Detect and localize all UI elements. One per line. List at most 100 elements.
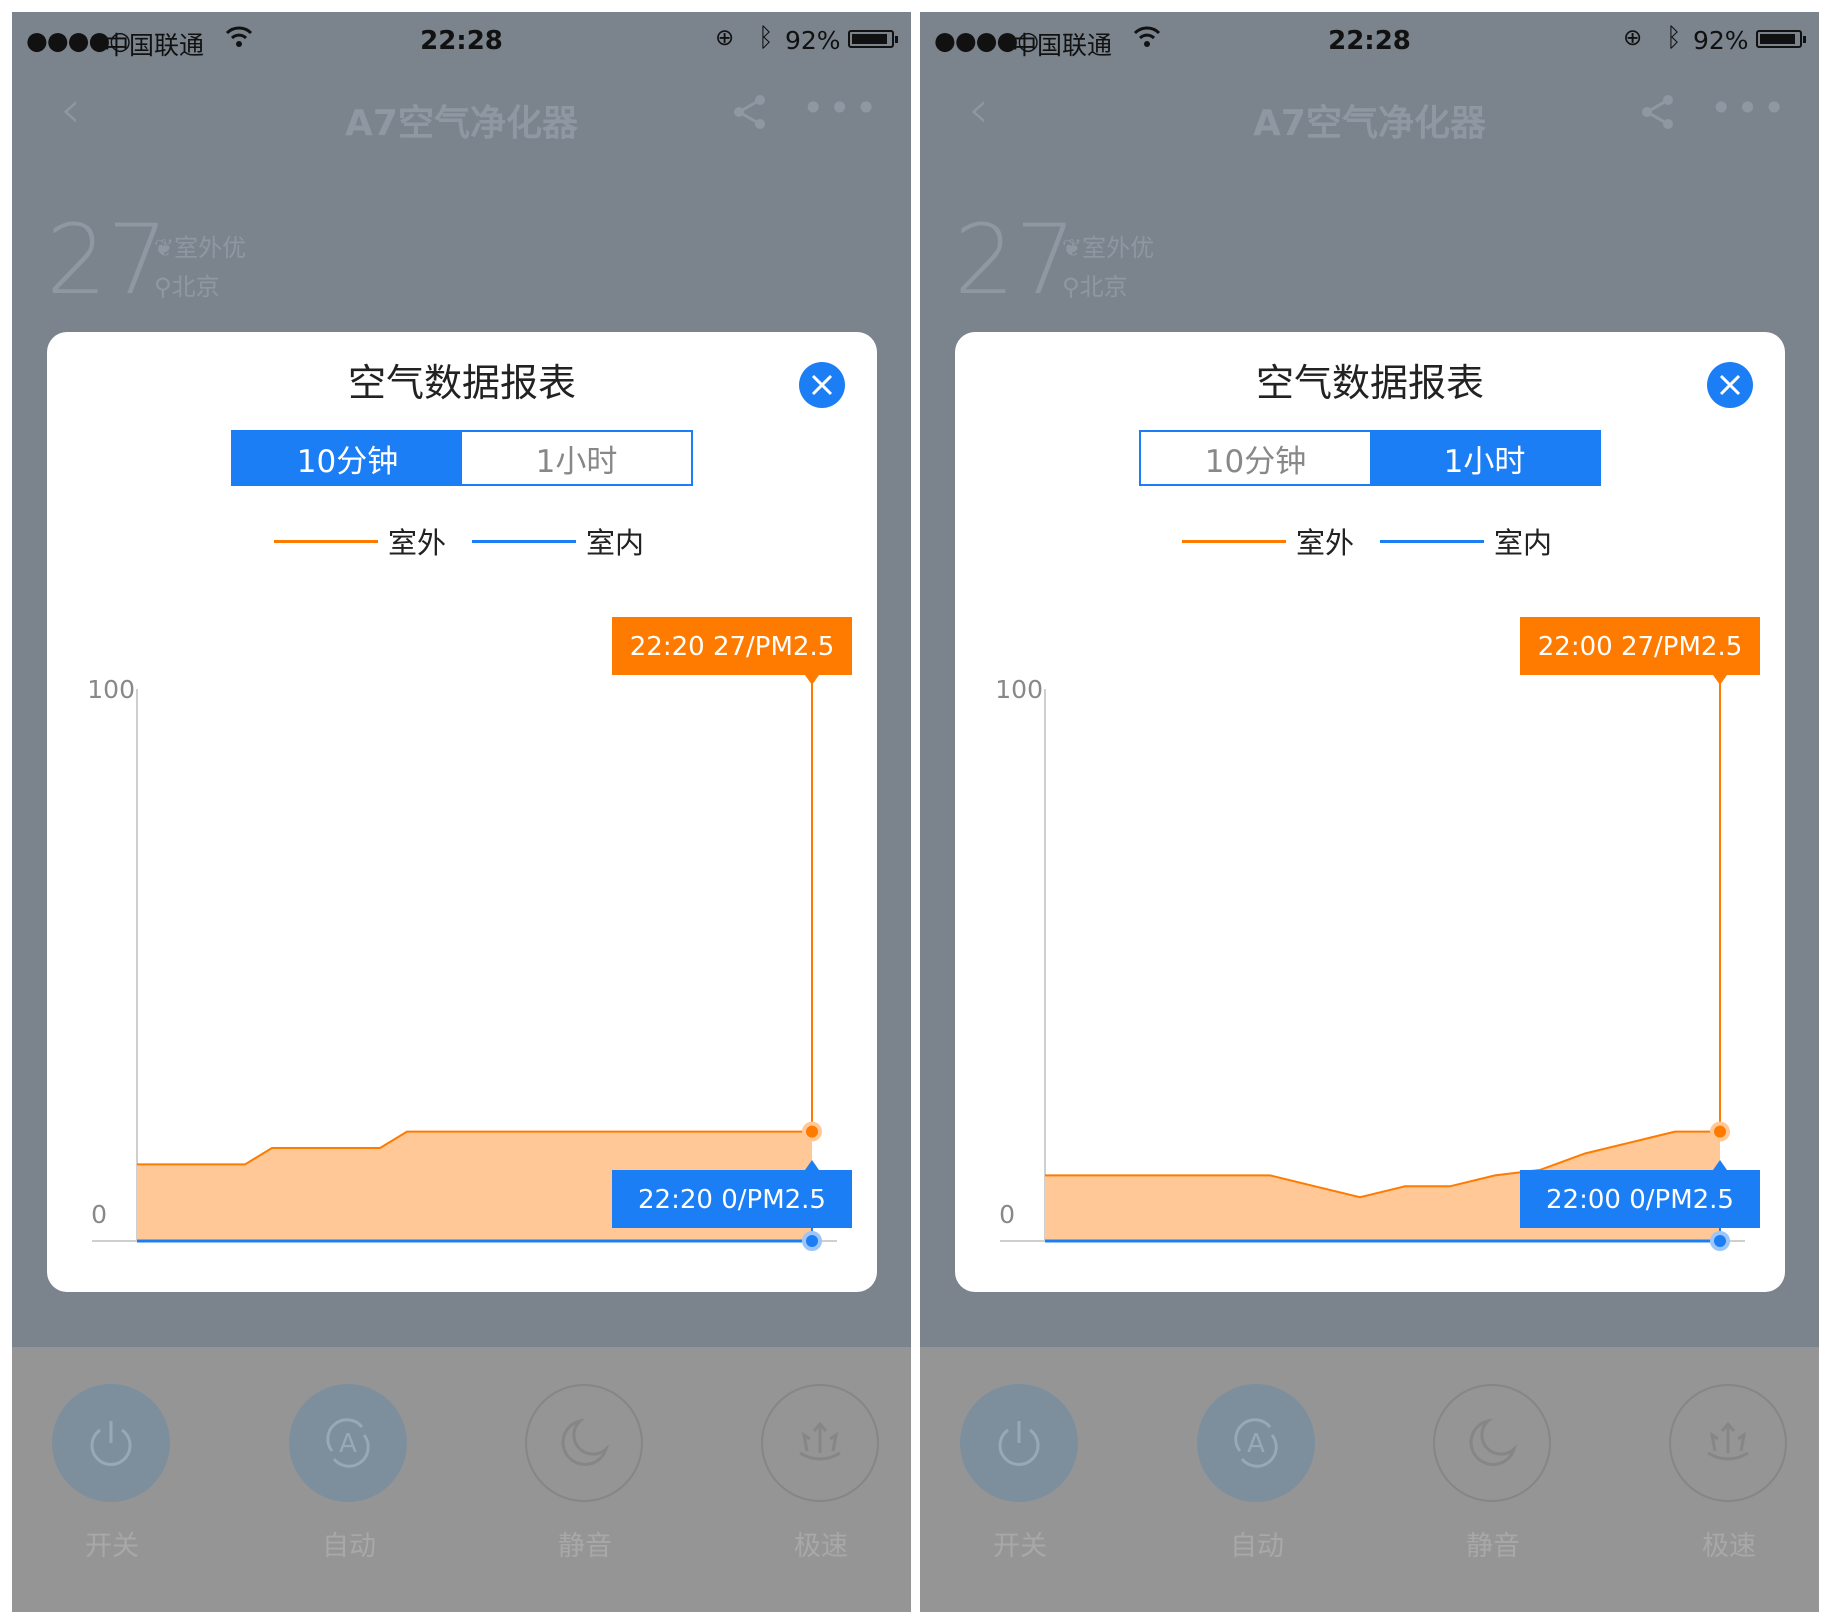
legend-label-outdoor: 室外 bbox=[388, 526, 447, 560]
mode-label: 开关 bbox=[993, 1531, 1047, 1562]
power-icon[interactable] bbox=[960, 1384, 1078, 1502]
svg-text:A: A bbox=[339, 1429, 357, 1459]
aqi-quality: ❦室外优 bbox=[154, 234, 247, 262]
mode-label: 极速 bbox=[1702, 1531, 1756, 1562]
orientation-lock-icon: ⊕ bbox=[1623, 25, 1643, 51]
y-tick-label: 0 bbox=[999, 1200, 1015, 1229]
share-icon[interactable] bbox=[1638, 92, 1678, 136]
turbo-icon[interactable] bbox=[1669, 1384, 1787, 1502]
turbo-icon[interactable] bbox=[761, 1384, 879, 1502]
chart-legend: 室外 室内 bbox=[47, 520, 877, 560]
chart-legend: 室外 室内 bbox=[955, 520, 1785, 560]
tab-10min[interactable]: 10分钟 bbox=[233, 432, 462, 484]
outdoor-tooltip-text: 22:00 27/PM2.5 bbox=[1538, 632, 1743, 662]
location-pin-icon: ⚲ bbox=[1062, 273, 1080, 301]
indoor-tooltip-text: 22:00 0/PM2.5 bbox=[1546, 1185, 1734, 1215]
phone-screen-10min: ●●●●○ 中国联通 22:28 ⊕ ᛒ 92% ‹ A7空气净化器 ••• 2… bbox=[12, 12, 911, 1612]
legend-label-indoor: 室内 bbox=[586, 526, 645, 560]
mode-power[interactable]: 开关 bbox=[52, 1384, 172, 1563]
mode-bar: 开关 A 自动 静音 极速 bbox=[12, 1347, 911, 1612]
mode-turbo[interactable]: 极速 bbox=[761, 1384, 881, 1563]
leaf-icon: ❦ bbox=[1062, 234, 1083, 262]
status-bar: ●●●●○ 中国联通 22:28 ⊕ ᛒ 92% bbox=[12, 12, 911, 70]
outdoor-tooltip-pointer bbox=[1713, 675, 1727, 685]
mode-turbo[interactable]: 极速 bbox=[1669, 1384, 1789, 1563]
mode-label: 自动 bbox=[322, 1531, 376, 1562]
y-tick-label: 0 bbox=[91, 1200, 107, 1229]
auto-mode-icon[interactable]: A bbox=[289, 1384, 407, 1502]
outdoor-tooltip-pointer bbox=[805, 675, 819, 685]
mode-silent[interactable]: 静音 bbox=[1433, 1384, 1553, 1563]
tab-1hour[interactable]: 1小时 bbox=[1370, 432, 1599, 484]
moon-icon[interactable] bbox=[525, 1384, 643, 1502]
svg-text:A: A bbox=[1247, 1429, 1265, 1459]
power-icon[interactable] bbox=[52, 1384, 170, 1502]
moon-icon[interactable] bbox=[1433, 1384, 1551, 1502]
status-time: 22:28 bbox=[1328, 26, 1411, 56]
aqi-value: 27 bbox=[954, 204, 1077, 316]
aqi-value: 27 bbox=[46, 204, 169, 316]
leaf-icon: ❦ bbox=[154, 234, 175, 262]
mode-label: 开关 bbox=[85, 1531, 139, 1562]
mode-label: 静音 bbox=[558, 1531, 612, 1562]
legend-swatch-indoor bbox=[1380, 540, 1484, 543]
dialog-title: 空气数据报表 bbox=[347, 361, 576, 405]
indoor-marker bbox=[802, 1231, 822, 1251]
nav-bar: ‹ A7空气净化器 ••• bbox=[12, 72, 911, 162]
tab-10min[interactable]: 10分钟 bbox=[1141, 432, 1370, 484]
outdoor-marker bbox=[802, 1121, 822, 1142]
legend-label-outdoor: 室外 bbox=[1296, 526, 1355, 560]
device-title: A7空气净化器 bbox=[345, 103, 578, 144]
tab-1hour[interactable]: 1小时 bbox=[462, 432, 691, 484]
more-icon[interactable]: ••• bbox=[802, 86, 881, 130]
device-title: A7空气净化器 bbox=[1253, 103, 1486, 144]
y-tick-label: 100 bbox=[87, 675, 135, 704]
mode-silent[interactable]: 静音 bbox=[525, 1384, 645, 1563]
mode-auto[interactable]: A 自动 bbox=[289, 1384, 409, 1563]
status-bar: ●●●●○ 中国联通 22:28 ⊕ ᛒ 92% bbox=[920, 12, 1819, 70]
orientation-lock-icon: ⊕ bbox=[715, 25, 735, 51]
battery-percent: 92% bbox=[785, 26, 841, 55]
aqi-city: ⚲北京 bbox=[1062, 273, 1128, 301]
indoor-marker bbox=[1710, 1231, 1730, 1251]
close-icon bbox=[811, 374, 833, 396]
aqi-quality: ❦室外优 bbox=[1062, 234, 1155, 262]
air-quality-chart: 100 0 22:00 27/PM2.5 22:00 0/PM2.5 bbox=[995, 617, 1760, 1251]
close-button[interactable] bbox=[1707, 362, 1753, 408]
interval-tabs: 10分钟 1小时 bbox=[1139, 430, 1601, 486]
auto-mode-icon[interactable]: A bbox=[1197, 1384, 1315, 1502]
bluetooth-icon: ᛒ bbox=[1666, 23, 1682, 53]
location-pin-icon: ⚲ bbox=[154, 273, 172, 301]
indoor-tooltip-text: 22:20 0/PM2.5 bbox=[638, 1185, 826, 1215]
mode-label: 极速 bbox=[794, 1531, 848, 1562]
mode-label: 静音 bbox=[1466, 1531, 1520, 1562]
nav-bar: ‹ A7空气净化器 ••• bbox=[920, 72, 1819, 162]
more-icon[interactable]: ••• bbox=[1710, 86, 1789, 130]
battery-icon bbox=[1756, 30, 1806, 48]
mode-bar: 开关 A 自动 静音 极速 bbox=[920, 1347, 1819, 1612]
share-icon[interactable] bbox=[730, 92, 770, 136]
mode-auto[interactable]: A 自动 bbox=[1197, 1384, 1317, 1563]
outdoor-tooltip-text: 22:20 27/PM2.5 bbox=[630, 632, 835, 662]
air-report-dialog: 空气数据报表 10分钟 1小时 室外 室内 100 0 22:00 27/PM2.5… bbox=[955, 332, 1785, 1292]
legend-swatch-indoor bbox=[472, 540, 576, 543]
mode-label: 自动 bbox=[1230, 1531, 1284, 1562]
aqi-city: ⚲北京 bbox=[154, 273, 220, 301]
status-time: 22:28 bbox=[420, 26, 503, 56]
air-quality-chart: 100 0 22:20 27/PM2.5 22:20 0/PM2.5 bbox=[87, 617, 852, 1251]
close-icon bbox=[1719, 374, 1741, 396]
dialog-title: 空气数据报表 bbox=[1255, 361, 1484, 405]
legend-swatch-outdoor bbox=[274, 540, 378, 543]
bluetooth-icon: ᛒ bbox=[758, 23, 774, 53]
legend-label-indoor: 室内 bbox=[1494, 526, 1553, 560]
mode-power[interactable]: 开关 bbox=[960, 1384, 1080, 1563]
air-report-dialog: 空气数据报表 10分钟 1小时 室外 室内 100 0 22:20 27/PM2.5… bbox=[47, 332, 877, 1292]
legend-swatch-outdoor bbox=[1182, 540, 1286, 543]
y-tick-label: 100 bbox=[995, 675, 1043, 704]
battery-icon bbox=[848, 30, 898, 48]
close-button[interactable] bbox=[799, 362, 845, 408]
interval-tabs: 10分钟 1小时 bbox=[231, 430, 693, 486]
outdoor-marker bbox=[1710, 1121, 1730, 1142]
phone-screen-1hour: ●●●●○ 中国联通 22:28 ⊕ ᛒ 92% ‹ A7空气净化器 ••• 2… bbox=[920, 12, 1819, 1612]
battery-percent: 92% bbox=[1693, 26, 1749, 55]
